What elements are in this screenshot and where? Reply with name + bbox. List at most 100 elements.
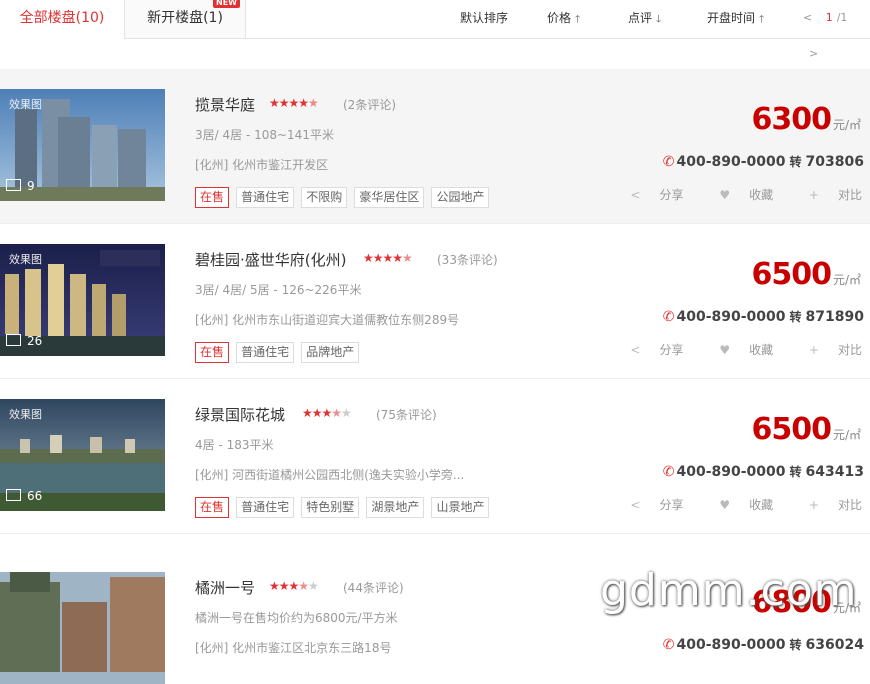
share-label: 分享 xyxy=(659,188,684,202)
share-label: 分享 xyxy=(659,343,684,357)
share-icon: < xyxy=(630,343,641,357)
phone-icon: ✆ xyxy=(662,154,675,170)
photo-count-value: 26 xyxy=(27,334,43,348)
listing-card: 效果图 26 碧桂园·盛世华府(化州) ★★★★★ (33条评论) 3居/ 4居… xyxy=(0,224,870,379)
phone-number: 400-890-0000 xyxy=(676,309,786,325)
listing-card: 效果图 9 揽景华庭 ★★★★★ (2条评论) 3居/ 4居 - 108~141… xyxy=(0,69,870,224)
plus-icon: + xyxy=(808,343,819,357)
review-count[interactable]: (2条评论) xyxy=(343,96,396,113)
price-value: 6500 xyxy=(751,257,831,292)
compare-button[interactable]: + 对比 xyxy=(793,498,862,512)
phone-icon: ✆ xyxy=(662,464,675,480)
listing-name[interactable]: 揽景华庭 xyxy=(195,94,255,115)
share-button[interactable]: < 分享 xyxy=(614,188,683,202)
actions: < 分享 ♥ 收藏 + 对比 xyxy=(598,341,862,358)
address: [化州] 化州市东山街道迎宾大道儒教位东侧289号 xyxy=(195,313,460,327)
pager-prev-button[interactable]: < xyxy=(803,11,812,24)
listing-name[interactable]: 绿景国际花城 xyxy=(195,404,285,425)
tag: 特色别墅 xyxy=(301,497,360,518)
address: [化州] 化州市鉴江区北京东三路18号 xyxy=(195,641,392,655)
share-icon: < xyxy=(630,188,641,202)
address: [化州] 化州市鉴江开发区 xyxy=(195,158,329,172)
building-photo-image xyxy=(0,572,165,684)
favorite-label: 收藏 xyxy=(749,188,774,202)
phone: ✆ 400-890-0000 转 703806 xyxy=(663,153,864,170)
listing-name[interactable]: 碧桂园·盛世华府(化州) xyxy=(195,249,346,270)
sort-review[interactable]: 点评 🡓 xyxy=(628,0,661,38)
phone-icon: ✆ xyxy=(662,309,675,325)
room-types: 3居/ 4居/ 5居 - 126~226平米 xyxy=(195,283,362,297)
compare-label: 对比 xyxy=(837,188,862,202)
phone-ext: 703806 xyxy=(805,154,864,170)
photo-tag: 效果图 xyxy=(9,408,42,421)
review-count[interactable]: (75条评论) xyxy=(376,406,437,423)
price: 6300 元/㎡ xyxy=(751,102,861,137)
listing-photo[interactable]: 效果图 26 xyxy=(0,244,165,356)
room-types: 3居/ 4居 - 108~141平米 xyxy=(195,128,334,142)
photo-count-value: 9 xyxy=(27,179,35,193)
pager: < 1/1 > xyxy=(801,0,870,60)
tab-all-projects[interactable]: 全部楼盘(10) xyxy=(0,0,125,39)
favorite-button[interactable]: ♥ 收藏 xyxy=(703,188,773,202)
listing-name[interactable]: 橘洲一号 xyxy=(195,577,255,598)
price-unit: 元/㎡ xyxy=(832,273,861,287)
listing-photo[interactable]: 效果图 9 xyxy=(0,89,165,201)
price-value: 6500 xyxy=(751,412,831,447)
listing-photo[interactable] xyxy=(0,572,165,684)
room-types: 4居 - 183平米 xyxy=(195,438,274,452)
pager-next-button[interactable]: > xyxy=(809,47,818,60)
ext-label: 转 xyxy=(789,155,802,169)
sort-price-label: 价格 xyxy=(547,11,572,25)
sort-open-time-label: 开盘时间 xyxy=(707,11,756,25)
share-button[interactable]: < 分享 xyxy=(614,498,683,512)
tag: 普通住宅 xyxy=(236,497,295,518)
phone-ext: 636024 xyxy=(805,637,864,653)
sort-review-label: 点评 xyxy=(628,11,653,25)
phone: ✆ 400-890-0000 转 636024 xyxy=(663,636,864,653)
share-button[interactable]: < 分享 xyxy=(614,343,683,357)
image-icon xyxy=(6,489,21,501)
ext-label: 转 xyxy=(789,310,802,324)
rating-stars: ★★★★★ xyxy=(269,579,319,593)
photo-tag: 效果图 xyxy=(9,98,42,111)
tag-on-sale: 在售 xyxy=(195,342,230,363)
favorite-label: 收藏 xyxy=(749,498,774,512)
sort-open-time[interactable]: 开盘时间 🡑 xyxy=(707,0,764,38)
phone-ext: 643413 xyxy=(805,464,864,480)
tag-list: 在售 普通住宅 不限购 豪华居住区 公园地产 xyxy=(195,186,491,208)
heart-icon: ♥ xyxy=(719,343,731,357)
price: 6500 元/㎡ xyxy=(751,257,861,292)
favorite-button[interactable]: ♥ 收藏 xyxy=(703,343,773,357)
price-unit: 元/㎡ xyxy=(832,428,861,442)
actions: < 分享 ♥ 收藏 + 对比 xyxy=(598,496,862,513)
phone-ext: 871890 xyxy=(805,309,864,325)
sort-price[interactable]: 价格 🡑 xyxy=(547,0,580,38)
favorite-label: 收藏 xyxy=(749,343,774,357)
price-value: 6300 xyxy=(751,102,831,137)
phone-icon: ✆ xyxy=(662,637,675,653)
listing-photo[interactable]: 效果图 66 xyxy=(0,399,165,511)
share-icon: < xyxy=(630,498,641,512)
compare-button[interactable]: + 对比 xyxy=(793,343,862,357)
rating-stars: ★★★★★ xyxy=(302,406,352,420)
address: [化州] 河西街道橘州公园西北侧(逸夫实验小学旁... xyxy=(195,468,465,482)
tag-on-sale: 在售 xyxy=(195,497,230,518)
review-count[interactable]: (44条评论) xyxy=(343,579,404,596)
phone: ✆ 400-890-0000 转 643413 xyxy=(663,463,864,480)
photo-count: 9 xyxy=(6,179,35,193)
sort-default[interactable]: 默认排序 xyxy=(460,0,508,38)
compare-button[interactable]: + 对比 xyxy=(793,188,862,202)
tab-new-label: 新开楼盘(1) xyxy=(147,10,223,26)
phone-number: 400-890-0000 xyxy=(676,154,786,170)
tag: 豪华居住区 xyxy=(354,187,425,208)
review-count[interactable]: (33条评论) xyxy=(437,251,498,268)
tag: 普通住宅 xyxy=(236,342,295,363)
favorite-button[interactable]: ♥ 收藏 xyxy=(703,498,773,512)
tag: 品牌地产 xyxy=(301,342,360,363)
plus-icon: + xyxy=(808,498,819,512)
tag: 公园地产 xyxy=(431,187,490,208)
tab-new-projects[interactable]: 新开楼盘(1) NEW xyxy=(125,0,246,38)
share-label: 分享 xyxy=(659,498,684,512)
tag-list: 在售 普通住宅 品牌地产 xyxy=(195,341,361,363)
compare-label: 对比 xyxy=(837,498,862,512)
